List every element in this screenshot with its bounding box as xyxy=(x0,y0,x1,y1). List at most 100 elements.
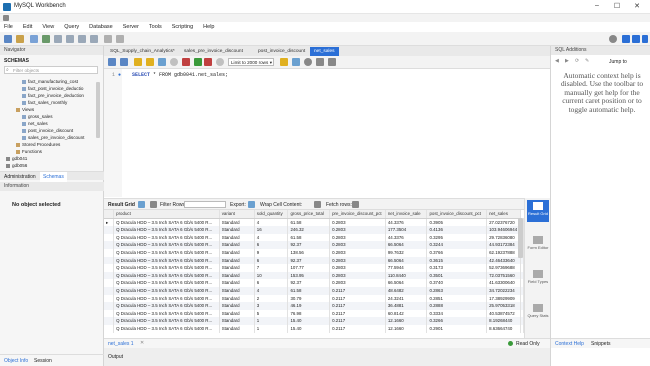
home-icon[interactable] xyxy=(3,15,9,21)
table-cell[interactable]: 17.38929909 xyxy=(486,294,521,303)
row-marker[interactable] xyxy=(104,248,115,257)
toggle-error-icon[interactable] xyxy=(182,58,190,66)
toggle-output-icon[interactable] xyxy=(632,35,640,43)
table-cell[interactable]: 0.2851 xyxy=(426,294,488,303)
execute-icon[interactable] xyxy=(134,58,142,66)
row-marker[interactable] xyxy=(104,241,115,249)
table-cell[interactable]: Standard xyxy=(219,218,255,227)
field-types-button[interactable]: Field Types xyxy=(527,268,549,290)
row-marker[interactable] xyxy=(104,286,115,295)
table-row[interactable]: Q Dracula HDD – 3.5 Inch SATA 6 Gb/s 540… xyxy=(104,271,524,280)
table-cell[interactable]: 8.63664740 xyxy=(486,324,521,333)
table-cell[interactable]: 177.3504 xyxy=(385,226,428,234)
table-cell[interactable]: Q Dracula HDD – 3.5 Inch SATA 6 Gb/s 540… xyxy=(113,279,220,287)
save-file-icon[interactable] xyxy=(120,58,128,66)
jump-to-label[interactable]: Jump to xyxy=(609,59,627,65)
table-cell[interactable]: Q Dracula HDD – 3.5 Inch SATA 6 Gb/s 540… xyxy=(113,317,220,325)
table-row[interactable]: ▸ Q Dracula HDD – 3.5 Inch SATA 6 Gb/s 54… xyxy=(104,218,524,227)
table-cell[interactable]: 10 xyxy=(254,271,289,280)
row-marker[interactable] xyxy=(104,271,115,280)
table-cell[interactable]: 0.3173 xyxy=(426,264,488,272)
table-cell[interactable]: 0.2803 xyxy=(329,226,386,234)
tab-net-sales[interactable]: net_sales xyxy=(310,47,339,56)
table-cell[interactable]: 66.5064 xyxy=(385,241,428,249)
table-cell[interactable]: Q Dracula HDD – 3.5 Inch SATA 6 Gb/s 540… xyxy=(113,264,220,272)
table-row[interactable]: Q Dracula HDD – 3.5 Inch SATA 6 Gb/s 540… xyxy=(104,294,524,303)
table-row[interactable]: Q Dracula HDD – 3.5 Inch SATA 6 Gb/s 540… xyxy=(104,279,524,287)
table-cell[interactable]: 72.03751560 xyxy=(486,271,521,280)
table-cell[interactable]: Standard xyxy=(219,226,255,234)
menu-edit[interactable]: Edit xyxy=(23,22,32,32)
column-header[interactable]: pre_invoice_discount_pct xyxy=(329,210,386,219)
reconnect-icon[interactable] xyxy=(116,35,124,43)
filter-icon[interactable] xyxy=(150,201,157,208)
table-cell[interactable]: 52.97369688 xyxy=(486,264,521,272)
table-cell[interactable]: 24.3241 xyxy=(385,294,428,303)
toggle-sidebar-icon[interactable] xyxy=(622,35,630,43)
table-cell[interactable]: 92.37 xyxy=(287,256,331,265)
table-cell[interactable]: Standard xyxy=(219,324,255,333)
table-cell[interactable]: 0.2117 xyxy=(329,309,386,318)
row-marker[interactable] xyxy=(104,264,115,272)
table-cell[interactable]: 0.2803 xyxy=(329,256,386,265)
table-row[interactable]: Q Dracula HDD – 3.5 Inch SATA 6 Gb/s 540… xyxy=(104,226,524,234)
table-cell[interactable]: Q Dracula HDD – 3.5 Inch SATA 6 Gb/s 540… xyxy=(113,302,220,310)
table-cell[interactable]: Standard xyxy=(219,264,255,272)
row-marker[interactable] xyxy=(104,317,115,325)
table-cell[interactable]: 1 xyxy=(254,317,289,325)
table-cell[interactable]: 0.2117 xyxy=(329,302,386,310)
navigator-scrollbar[interactable] xyxy=(96,82,100,138)
beautify-icon[interactable] xyxy=(292,58,300,66)
result-grid-side-button[interactable]: Result Grid xyxy=(527,200,549,222)
wrap-icon[interactable] xyxy=(314,201,321,208)
table-cell[interactable]: 0.2117 xyxy=(329,294,386,303)
table-cell[interactable]: 0.3766 xyxy=(426,248,488,257)
table-cell[interactable]: 4 xyxy=(254,218,289,227)
table-cell[interactable]: 138.56 xyxy=(287,248,331,257)
tab-sql-supply-chain[interactable]: SQL_Supply_chain_Analytics* xyxy=(106,47,179,56)
tree-item-gdb041[interactable]: gdb041 xyxy=(6,156,27,161)
menu-tools[interactable]: Tools xyxy=(149,22,162,32)
table-cell[interactable]: 30.79 xyxy=(287,294,331,303)
table-row[interactable]: Q Dracula HDD – 3.5 Inch SATA 6 Gb/s 540… xyxy=(104,248,524,257)
table-cell[interactable]: Q Dracula HDD – 3.5 Inch SATA 6 Gb/s 540… xyxy=(113,218,220,227)
table-row[interactable]: Q Dracula HDD – 3.5 Inch SATA 6 Gb/s 540… xyxy=(104,309,524,318)
table-cell[interactable]: 2 xyxy=(254,294,289,303)
table-cell[interactable]: Q Dracula HDD – 3.5 Inch SATA 6 Gb/s 540… xyxy=(113,286,220,295)
table-cell[interactable]: Standard xyxy=(219,309,255,318)
query-stats-button[interactable]: Query Stats xyxy=(527,302,549,324)
table-cell[interactable]: 0.2803 xyxy=(329,233,386,242)
table-row[interactable]: Q Dracula HDD – 3.5 Inch SATA 6 Gb/s 540… xyxy=(104,256,524,265)
maximize-icon[interactable]: ☐ xyxy=(612,2,622,10)
table-cell[interactable]: 6 xyxy=(254,241,289,249)
row-marker[interactable] xyxy=(104,294,115,303)
table-row[interactable]: Q Dracula HDD – 3.5 Inch SATA 6 Gb/s 540… xyxy=(104,264,524,272)
filter-rows-input[interactable] xyxy=(184,201,226,208)
table-row[interactable]: Q Dracula HDD – 3.5 Inch SATA 6 Gb/s 540… xyxy=(104,233,524,242)
tree-item-views[interactable]: Views xyxy=(16,107,34,112)
limit-rows-select[interactable]: Limit to 2000 rows ▾ xyxy=(228,58,274,66)
table-cell[interactable]: 0.3244 xyxy=(426,241,488,249)
execute-current-icon[interactable] xyxy=(146,58,154,66)
tab-context-help[interactable]: Context Help xyxy=(555,341,584,347)
table-cell[interactable]: 0.3334 xyxy=(426,309,488,318)
table-cell[interactable]: 15.40 xyxy=(287,317,331,325)
table-cell[interactable]: 92.37 xyxy=(287,279,331,287)
table-cell[interactable]: 15.40 xyxy=(287,324,331,333)
table-cell[interactable]: 41.63300640 xyxy=(486,279,521,287)
table-cell[interactable]: 99.7632 xyxy=(385,248,428,257)
table-cell[interactable]: 0.3905 xyxy=(426,218,488,227)
table-cell[interactable]: Q Dracula HDD – 3.5 Inch SATA 6 Gb/s 540… xyxy=(113,241,220,249)
tree-item-gross-sales[interactable]: gross_sales xyxy=(22,114,53,119)
menu-database[interactable]: Database xyxy=(89,22,113,32)
table-row[interactable]: Q Dracula HDD – 3.5 Inch SATA 6 Gb/s 540… xyxy=(104,317,524,325)
table-cell[interactable]: 12.1660 xyxy=(385,317,428,325)
minimize-icon[interactable]: – xyxy=(592,2,602,9)
manual-help-icon[interactable]: ✎ xyxy=(585,58,589,64)
bookmark-icon[interactable] xyxy=(280,58,288,66)
table-cell[interactable]: 60.8142 xyxy=(385,309,428,318)
table-cell[interactable]: Standard xyxy=(219,256,255,265)
table-cell[interactable]: 0.2803 xyxy=(329,271,386,280)
table-cell[interactable]: 0.2803 xyxy=(329,279,386,287)
table-cell[interactable]: Standard xyxy=(219,241,255,249)
